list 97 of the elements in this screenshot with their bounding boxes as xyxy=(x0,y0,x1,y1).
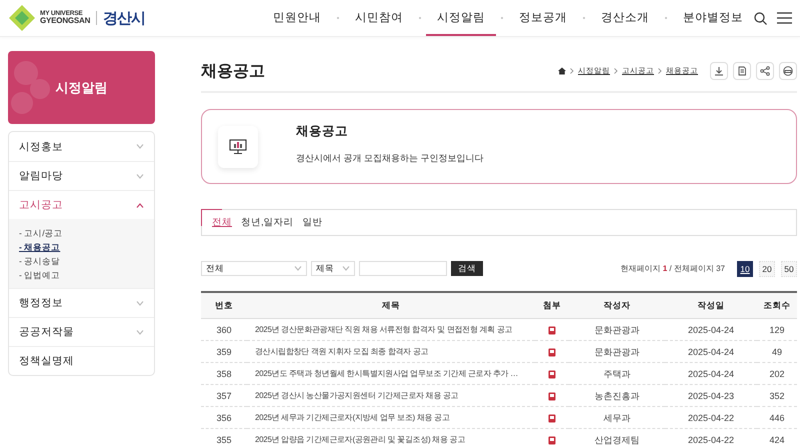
menu-item[interactable]: 행정정보 xyxy=(9,288,154,317)
page-size-button[interactable]: 50 xyxy=(781,260,797,276)
column-header: 첨부 xyxy=(535,292,569,318)
table-cell: 356 xyxy=(201,406,247,428)
table-cell: 352 xyxy=(757,384,797,406)
share-icon xyxy=(760,66,770,76)
post-title-link[interactable]: 2025년도 주택과 청년월세 한시특별지원사업 업무보조 기간제 근로자 추가 … xyxy=(247,362,535,384)
attachment-file-icon[interactable] xyxy=(548,436,556,445)
page-size-button[interactable]: 10 xyxy=(737,260,753,276)
table-cell: 2025-04-22 xyxy=(665,428,757,446)
table-cell: 세무과 xyxy=(569,406,665,428)
submenu-item[interactable]: - 채용공고 xyxy=(19,240,60,254)
nav-item[interactable]: 경산소개 xyxy=(590,0,660,36)
column-header: 제목 xyxy=(247,292,535,318)
chevron-down-icon xyxy=(136,330,144,334)
logo-name: GYEONGSAN xyxy=(40,17,90,26)
table-cell: 129 xyxy=(757,318,797,340)
column-header: 작성자 xyxy=(569,292,665,318)
menu-item[interactable]: 공공저작물 xyxy=(9,317,154,346)
attachment-file-icon[interactable] xyxy=(548,326,556,335)
page-size-button[interactable]: 20 xyxy=(759,260,775,276)
print-button[interactable] xyxy=(779,62,797,80)
separator-icon xyxy=(614,68,618,74)
post-title-link[interactable]: 2025년 세무과 기간제근로자(지방세 업무 보조) 채용 공고 xyxy=(247,406,535,428)
table-cell: 355 xyxy=(201,428,247,446)
submenu-item[interactable]: - 공시송달 xyxy=(19,254,60,268)
page-info: 현재페이지 1 / 전체페이지 37 xyxy=(620,263,725,274)
table-cell: 446 xyxy=(757,406,797,428)
table-cell: 359 xyxy=(201,340,247,362)
table-cell: 358 xyxy=(201,362,247,384)
category-tab[interactable]: 전체 xyxy=(212,216,232,229)
chevron-down-icon xyxy=(294,266,302,271)
post-title-link[interactable]: 경산시립합창단 객원 지휘자 모집 최종 합격자 공고 xyxy=(247,340,535,362)
chevron-down-icon xyxy=(136,300,144,306)
banner-title: 시정알림 xyxy=(56,78,108,96)
table-cell: 2025-04-24 xyxy=(665,318,757,340)
table-cell: 2025-04-22 xyxy=(665,406,757,428)
menu-icon[interactable] xyxy=(777,12,792,24)
table-cell: 2025-04-24 xyxy=(665,362,757,384)
table-cell: 424 xyxy=(757,428,797,446)
nav-item[interactable]: 분야별정보 xyxy=(672,0,754,36)
table-cell: 202 xyxy=(757,362,797,384)
nav-item[interactable]: 시정알림 xyxy=(426,0,496,36)
page-title: 채용공고 xyxy=(201,62,265,82)
category-tab[interactable]: 일반 xyxy=(302,216,323,229)
table-cell: 2025-04-23 xyxy=(665,384,757,406)
field-select[interactable]: 제목 xyxy=(311,261,355,276)
print-icon xyxy=(783,66,793,76)
chevron-down-icon xyxy=(136,174,144,178)
post-title-link[interactable]: 2025년 압량읍 기간제근로자(공원관리 및 꽃길조성) 채용 공고 xyxy=(247,428,535,446)
logo-mark-icon xyxy=(8,4,36,32)
attachment-file-icon[interactable] xyxy=(548,414,556,423)
menu-item[interactable]: 시정홍보 xyxy=(9,132,154,161)
attachment-file-icon[interactable] xyxy=(548,348,556,357)
table-cell: 산업경제팀 xyxy=(569,428,665,446)
search-icon[interactable] xyxy=(754,12,767,24)
submenu-item[interactable]: - 입법예고 xyxy=(19,268,60,282)
menu-item[interactable]: 알림마당 xyxy=(9,161,154,190)
table-cell: 2025-04-24 xyxy=(665,340,757,362)
post-title-link[interactable]: 2025년 경산시 농산물가공지원센터 기간제근로자 채용 공고 xyxy=(247,384,535,406)
info-title: 채용공고 xyxy=(296,122,348,140)
download-icon xyxy=(714,66,724,76)
nav-item[interactable]: 시민참여 xyxy=(344,0,414,36)
search-field[interactable] xyxy=(359,261,447,276)
home-icon[interactable] xyxy=(558,67,566,75)
column-header: 번호 xyxy=(201,292,247,318)
search-button[interactable]: 검색 xyxy=(451,261,483,276)
column-header: 작성일 xyxy=(665,292,757,318)
table-cell: 문화관광과 xyxy=(569,340,665,362)
table-cell: 문화관광과 xyxy=(569,318,665,340)
table-cell: 농촌진흥과 xyxy=(569,384,665,406)
column-header: 조회수 xyxy=(757,292,797,318)
chevron-up-icon xyxy=(136,202,144,208)
separator-icon xyxy=(658,68,662,74)
document-icon xyxy=(737,66,747,76)
city-logo-text: 경산시 xyxy=(103,8,146,28)
submenu-item[interactable]: - 고시/공고 xyxy=(19,226,63,240)
post-title-link[interactable]: 2025년 경산문화관광재단 직원 채용 서류전형 합격자 및 면접전형 계획 공고 xyxy=(247,318,535,340)
share-button[interactable] xyxy=(756,62,774,80)
category-tab[interactable]: 청년,일자리 xyxy=(241,216,294,229)
table-cell: 49 xyxy=(757,340,797,362)
monitor-chart-icon xyxy=(229,138,247,154)
nav-item[interactable]: 정보공개 xyxy=(508,0,578,36)
download-button[interactable] xyxy=(710,62,728,80)
separator-icon xyxy=(570,68,574,74)
table-cell: 주택과 xyxy=(569,362,665,384)
reader-button[interactable] xyxy=(733,62,751,80)
category-select[interactable]: 전체 xyxy=(201,261,307,276)
nav-item[interactable]: 민원안내 xyxy=(262,0,332,36)
info-description: 경산시에서 공개 모집채용하는 구인정보입니다 xyxy=(296,152,484,164)
attachment-file-icon[interactable] xyxy=(548,392,556,401)
table-cell: 360 xyxy=(201,318,247,340)
chevron-down-icon xyxy=(342,266,350,271)
menu-item[interactable]: 정책실명제 xyxy=(9,346,154,375)
attachment-file-icon[interactable] xyxy=(548,370,556,379)
chevron-down-icon xyxy=(136,144,144,149)
table-cell: 357 xyxy=(201,384,247,406)
